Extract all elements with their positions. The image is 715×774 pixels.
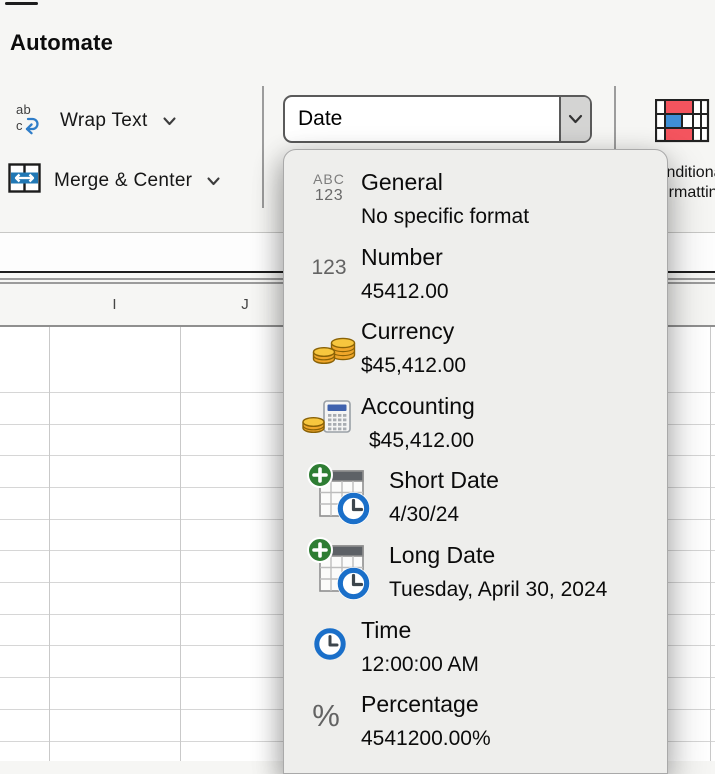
- grid-column-line: [49, 284, 50, 761]
- calendar-clock-icon: [307, 462, 373, 531]
- excel-window: { "ribbon": { "tab_label": "Automate", "…: [0, 0, 715, 761]
- menu-item-number[interactable]: 123 Number 45412.00: [284, 241, 667, 316]
- coins-icon: [311, 331, 358, 370]
- chevron-down-icon: [163, 110, 176, 132]
- percent-icon: %: [308, 698, 344, 734]
- wrap-text-label: Wrap Text: [60, 110, 148, 132]
- number-format-value: Date: [285, 107, 559, 131]
- merge-center-button[interactable]: Merge & Center: [8, 164, 220, 198]
- merge-center-icon: [8, 163, 41, 199]
- menu-item-general[interactable]: ABC123 General No specific format: [284, 166, 667, 241]
- column-header-i[interactable]: I: [49, 284, 180, 325]
- wrap-text-icon: ab c: [13, 101, 47, 141]
- ribbon-group-divider: [262, 86, 264, 208]
- active-tab-underline: [5, 2, 38, 5]
- wrap-text-button[interactable]: ab c Wrap Text: [13, 103, 176, 139]
- grid-column-line: [180, 284, 181, 761]
- menu-item-short-date[interactable]: Short Date 4/30/24: [284, 464, 667, 539]
- grid-column-line: [710, 284, 711, 761]
- menu-item-accounting[interactable]: Accounting $45,412.00: [284, 390, 667, 465]
- svg-text:ab: ab: [16, 102, 31, 117]
- abc-123-icon: ABC123: [310, 172, 348, 205]
- clock-icon: [313, 627, 347, 666]
- chevron-down-icon: [568, 114, 583, 124]
- number-format-menu: ABC123 General No specific format 123 Nu…: [283, 149, 668, 774]
- conditional-formatting-icon: [655, 99, 711, 143]
- menu-item-percentage[interactable]: % Percentage 4541200.00%: [284, 688, 667, 763]
- ribbon-tab-automate[interactable]: Automate: [10, 30, 113, 56]
- menu-item-time[interactable]: Time 12:00:00 AM: [284, 614, 667, 689]
- number-format-combobox[interactable]: Date: [283, 95, 592, 143]
- combobox-dropdown-button[interactable]: [559, 97, 590, 141]
- merge-center-label: Merge & Center: [54, 170, 192, 192]
- conditional-formatting-button[interactable]: [655, 99, 711, 148]
- chevron-down-icon: [207, 170, 220, 192]
- calendar-clock-icon: [307, 537, 373, 606]
- menu-item-long-date[interactable]: Long Date Tuesday, April 30, 2024: [284, 539, 667, 614]
- 123-icon: 123: [309, 256, 349, 280]
- calculator-coin-icon: [300, 399, 358, 442]
- svg-text:c: c: [16, 118, 23, 133]
- menu-item-currency[interactable]: Currency $45,412.00: [284, 315, 667, 390]
